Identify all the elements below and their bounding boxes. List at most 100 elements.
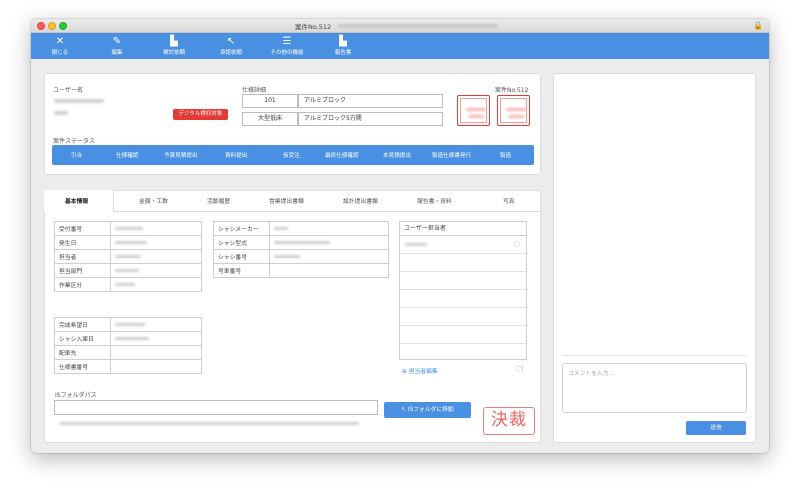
status-step[interactable]: 資料提出 <box>225 151 247 159</box>
status-step[interactable]: 本見積提出 <box>383 151 411 159</box>
close-button-label: 閉じる <box>51 50 69 56</box>
tab-sales-documents[interactable]: 営業提出書類 <box>269 196 304 205</box>
field-label: 担当部門 <box>54 263 111 278</box>
table-row: 担当部門 <box>54 263 202 278</box>
move-button-label: ISフォルダに移動 <box>407 407 454 413</box>
details-tabs: 基本情報 金額・工数 活動履歴 営業提出書類 設計提出書類 報告書・資料 写真 <box>44 190 541 212</box>
approval-request-label: 承認依頼 <box>219 50 242 56</box>
digital-inspection-button[interactable]: デジタル検収対象 <box>173 109 228 120</box>
maximize-window-icon[interactable] <box>59 22 67 30</box>
send-button[interactable]: 送信 <box>686 421 746 435</box>
status-step[interactable]: 製造 <box>500 151 511 159</box>
table-row: 号車番号 <box>213 263 389 278</box>
plus-circle-icon: ⊕ <box>402 369 407 375</box>
status-step[interactable]: 製造仕様書発行 <box>432 151 471 159</box>
cursor-icon: ↖ <box>401 407 407 413</box>
assignee-header: ユーザー担当者 <box>400 222 526 236</box>
edit-button[interactable]: ✎ 編集 <box>89 36 145 56</box>
review-request-label: 検討依頼 <box>162 50 185 56</box>
is-folder-path-redacted <box>59 422 359 425</box>
close-button[interactable]: ✕ 閉じる <box>32 36 88 56</box>
table-row: 受付番号 <box>54 221 202 236</box>
case-status-bar: 引合 仕様確認 予算見積提出 資料提出 仮受注 最終仕様確認 本見積提出 製造仕… <box>52 145 534 165</box>
approval-stamp-2 <box>497 95 530 126</box>
app-window: 案件No.512 🔒 ✕ 閉じる ✎ 編集 ▙ 検討依頼 ↖ 承認依頼 ☰ その… <box>31 19 769 453</box>
menu-icon: ☰ <box>282 36 292 47</box>
basic-info-table-1: 受付番号 発生日 担当者 担当部門 作業区分 <box>54 221 202 292</box>
table-row: シャシ番号 <box>213 249 389 264</box>
status-step[interactable]: 最終仕様確認 <box>325 151 359 159</box>
edit-assignee-label: 担当者編集 <box>408 369 438 375</box>
table-row: 担当者 <box>54 249 202 264</box>
pencil-icon: ✎ <box>112 36 122 47</box>
field-label: シャシ番号 <box>213 249 270 264</box>
list-item <box>400 290 526 308</box>
field-label: シャシ型式 <box>213 235 270 250</box>
report-button[interactable]: ▙ 報告書 <box>315 36 371 56</box>
list-item[interactable]: ○ <box>400 236 526 254</box>
table-row: シャシ入庫日 <box>54 331 202 346</box>
field-label: シャシ入庫日 <box>54 331 111 346</box>
window-title-redacted <box>338 24 498 28</box>
copy-icon[interactable]: ❐ <box>516 365 523 374</box>
table-row: 仕様書番号 <box>54 359 202 374</box>
field-label: 作業区分 <box>54 277 111 292</box>
report-button-label: 報告書 <box>334 50 352 56</box>
review-request-button[interactable]: ▙ 検討依頼 <box>146 36 202 56</box>
comment-input[interactable]: コメントを入力... <box>562 363 747 413</box>
tab-design-documents[interactable]: 設計提出書類 <box>343 196 378 205</box>
table-row: 作業区分 <box>54 277 202 292</box>
list-item <box>400 326 526 344</box>
spec-detail-label: 仕様詳細 <box>242 87 267 94</box>
table-row: 配車先 <box>54 345 202 360</box>
move-to-is-folder-button[interactable]: ↖ ISフォルダに移動 <box>384 402 471 418</box>
is-folder-path-input[interactable] <box>54 400 378 415</box>
tab-reports-materials[interactable]: 報告書・資料 <box>417 196 452 205</box>
status-step[interactable]: 仕様確認 <box>116 151 138 159</box>
approval-kessai-stamp: 決裁 <box>483 407 535 435</box>
field-label: 完成希望日 <box>54 317 111 332</box>
list-item <box>400 272 526 290</box>
report-document-icon: ▙ <box>339 36 347 47</box>
status-step[interactable]: 引合 <box>71 151 82 159</box>
is-folder-label: ISフォルダパス <box>55 392 97 399</box>
table-row: シャシ型式 <box>213 235 389 250</box>
status-step[interactable]: 仮受注 <box>283 151 300 159</box>
list-item <box>400 308 526 326</box>
chassis-info-table: シャシメーカー シャシ型式 シャシ番号 号車番号 <box>213 221 389 278</box>
other-functions-button[interactable]: ☰ その他の機能 <box>259 36 315 56</box>
user-name-label: ユーザー名 <box>53 87 83 94</box>
table-row: 発生日 <box>54 235 202 250</box>
user-name-redacted <box>54 99 104 103</box>
edit-assignee-link[interactable]: ⊕ 担当者編集 <box>402 366 438 375</box>
window-title: 案件No.512 <box>295 23 332 31</box>
close-icon: ✕ <box>55 36 65 47</box>
basic-info-table-2: 完成希望日 シャシ入庫日 配車先 仕様書番号 <box>54 317 202 374</box>
field-label: 受付番号 <box>54 221 111 236</box>
tab-activity-history[interactable]: 活動履歴 <box>207 196 230 205</box>
field-label: 仕様書番号 <box>54 359 111 374</box>
case-number: 案件No.512 <box>495 87 529 94</box>
field-label: 号車番号 <box>213 263 270 278</box>
spec-row2-name: アルミブロック5方開 <box>298 112 443 126</box>
approval-stamp-1 <box>457 95 490 126</box>
other-functions-label: その他の機能 <box>270 50 304 56</box>
minimize-window-icon[interactable] <box>48 22 56 30</box>
tab-photos[interactable]: 写真 <box>503 196 515 205</box>
field-label: 配車先 <box>54 345 111 360</box>
user-sub-redacted <box>54 111 68 115</box>
tab-amount-man-hours[interactable]: 金額・工数 <box>139 196 168 205</box>
close-window-icon[interactable] <box>37 22 45 30</box>
approval-request-button[interactable]: ↖ 承認依頼 <box>203 36 259 56</box>
remove-circle-icon[interactable]: ○ <box>514 240 520 248</box>
table-row: シャシメーカー <box>213 221 389 236</box>
tab-basic-info[interactable]: 基本情報 <box>65 196 88 205</box>
comment-placeholder: コメントを入力... <box>568 371 615 377</box>
document-icon: ▙ <box>170 36 178 47</box>
spec-row2-code: 大型低床 <box>242 112 298 126</box>
comment-divider <box>562 355 747 356</box>
user-assignee-panel: ユーザー担当者 ○ <box>399 221 527 360</box>
field-label: シャシメーカー <box>213 221 270 236</box>
status-step[interactable]: 予算見積提出 <box>164 151 198 159</box>
lock-icon: 🔒 <box>753 21 763 30</box>
